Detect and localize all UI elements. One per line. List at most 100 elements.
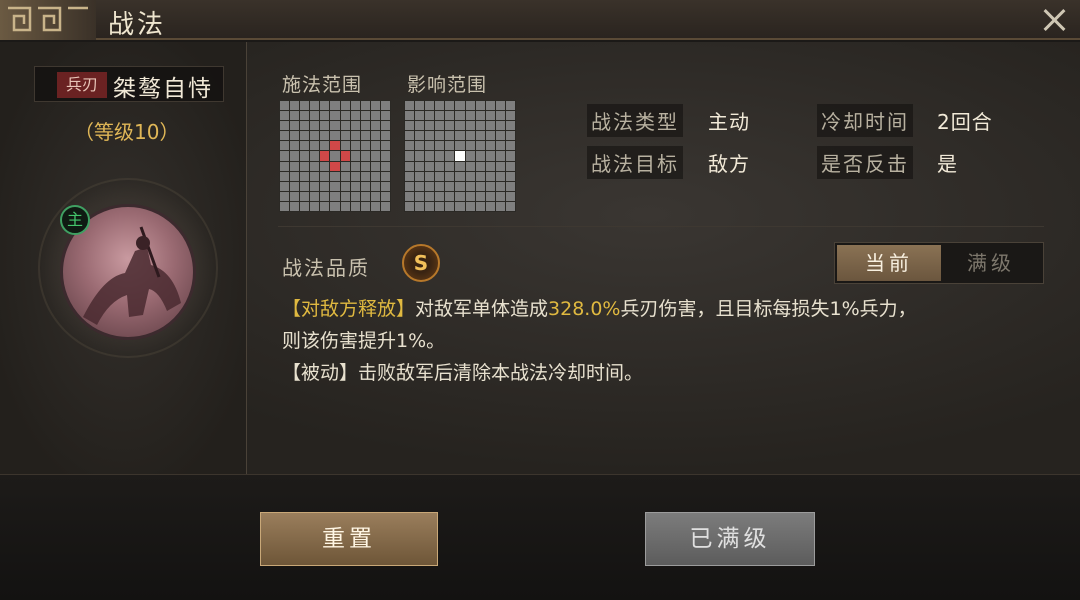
grid-cell — [445, 131, 455, 141]
grid-cell — [300, 191, 310, 201]
grid-cell — [380, 201, 390, 211]
cooldown-label: 冷却时间 — [817, 104, 913, 137]
close-icon[interactable] — [1038, 4, 1070, 36]
grid-cell — [300, 201, 310, 211]
grid-cell — [360, 181, 370, 191]
grid-cell — [380, 161, 390, 171]
grid-cell — [290, 181, 300, 191]
grid-cell — [485, 111, 495, 121]
grid-cell — [485, 121, 495, 131]
grid-cell — [380, 171, 390, 181]
grid-cell — [370, 181, 380, 191]
grid-cell — [485, 141, 495, 151]
grid-cell — [495, 151, 505, 161]
grid-cell — [465, 101, 475, 111]
grid-cell — [425, 141, 435, 151]
grid-cell — [310, 121, 320, 131]
grid-cell-active — [320, 151, 330, 161]
grid-cell — [425, 191, 435, 201]
grid-cell — [495, 161, 505, 171]
grid-cell — [425, 101, 435, 111]
grid-cell — [405, 131, 415, 141]
grid-cell — [485, 161, 495, 171]
grid-cell — [475, 121, 485, 131]
grid-cell — [415, 101, 425, 111]
grid-cell — [310, 101, 320, 111]
grid-cell — [425, 171, 435, 181]
grid-cell — [340, 181, 350, 191]
grid-cell — [350, 151, 360, 161]
grid-cell — [455, 101, 465, 111]
cast-range-grid — [279, 100, 391, 212]
grid-cell — [415, 161, 425, 171]
grid-cell — [435, 141, 445, 151]
grid-cell — [360, 121, 370, 131]
desc-text-b: 兵刃伤害，且目标每损失1%兵力， — [620, 298, 917, 320]
grid-cell — [340, 131, 350, 141]
grid-cell — [495, 101, 505, 111]
grid-cell — [415, 111, 425, 121]
grid-cell — [370, 141, 380, 151]
grid-cell — [475, 161, 485, 171]
effect-range-label: 影响范围 — [407, 74, 488, 96]
title-ornament — [0, 0, 96, 40]
skill-target-value: 敌方 — [708, 152, 750, 176]
grid-cell — [435, 171, 445, 181]
grid-cell — [415, 151, 425, 161]
grid-cell — [320, 201, 330, 211]
grid-cell — [455, 141, 465, 151]
grid-cell — [370, 101, 380, 111]
grid-cell — [290, 171, 300, 181]
grid-cell — [370, 201, 380, 211]
bottom-bar — [0, 474, 1080, 600]
grid-cell — [290, 101, 300, 111]
tab-max-level[interactable]: 满级 — [941, 245, 1041, 281]
grid-cell — [445, 111, 455, 121]
grid-cell — [330, 121, 340, 131]
grid-cell — [485, 181, 495, 191]
grid-cell — [280, 111, 290, 121]
reset-button[interactable]: 重置 — [260, 512, 438, 566]
grid-cell — [465, 191, 475, 201]
grid-cell — [495, 171, 505, 181]
grid-cell — [310, 161, 320, 171]
grid-cell — [280, 171, 290, 181]
grid-cell — [475, 111, 485, 121]
grid-cell — [505, 131, 515, 141]
grid-cell — [350, 111, 360, 121]
grid-cell — [405, 111, 415, 121]
grid-cell — [380, 151, 390, 161]
grid-cell — [475, 191, 485, 201]
grid-cell — [370, 121, 380, 131]
grid-cell — [340, 111, 350, 121]
grid-cell — [330, 101, 340, 111]
grid-cell — [340, 101, 350, 111]
grid-cell — [445, 161, 455, 171]
grid-cell — [290, 151, 300, 161]
grid-cell — [290, 191, 300, 201]
grid-cell — [505, 181, 515, 191]
grid-cell — [360, 141, 370, 151]
level-toggle: 当前 满级 — [834, 242, 1044, 284]
grid-cell — [445, 151, 455, 161]
grid-cell — [465, 201, 475, 211]
grid-cell — [360, 171, 370, 181]
grid-cell — [495, 111, 505, 121]
grid-cell — [330, 191, 340, 201]
grid-cell — [330, 111, 340, 121]
grid-cell — [415, 141, 425, 151]
grid-cell — [465, 161, 475, 171]
maxed-button[interactable]: 已满级 — [645, 512, 815, 566]
grid-cell — [360, 101, 370, 111]
grid-cell — [380, 131, 390, 141]
damage-type-tag: 兵刃 — [57, 72, 107, 98]
grid-cell — [445, 121, 455, 131]
grid-cell — [455, 171, 465, 181]
skill-name: 桀骜自恃 — [113, 76, 213, 102]
grid-cell — [485, 171, 495, 181]
grid-cell — [445, 201, 455, 211]
grid-cell — [435, 111, 445, 121]
grid-cell — [330, 151, 340, 161]
grid-cell — [425, 111, 435, 121]
tab-current[interactable]: 当前 — [837, 245, 941, 281]
